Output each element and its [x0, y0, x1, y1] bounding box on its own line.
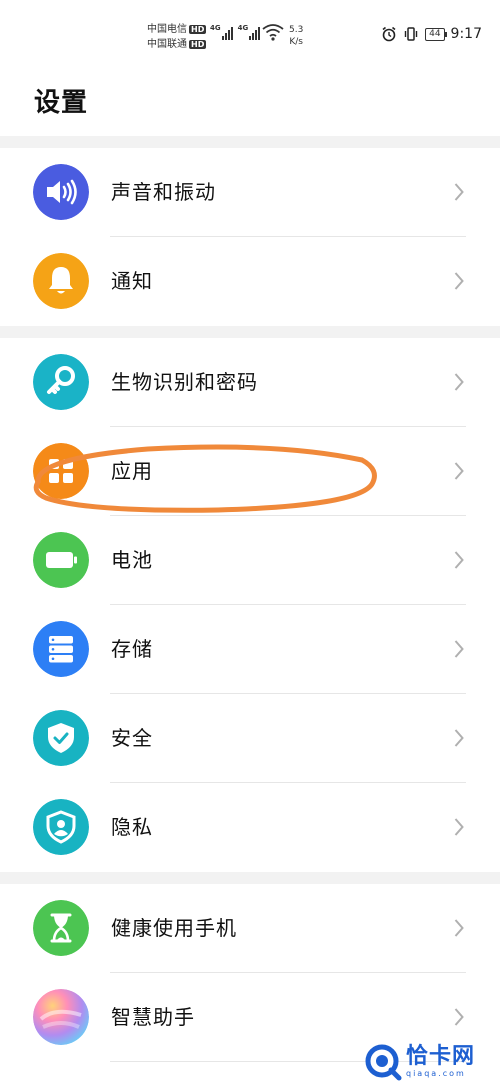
settings-item-label: 电池 — [111, 548, 153, 572]
page-header: 设置 — [0, 72, 500, 136]
settings-item-security[interactable]: 安全 — [0, 694, 500, 783]
chevron-right-icon — [454, 729, 464, 747]
chevron-right-icon — [454, 373, 464, 391]
settings-item-battery[interactable]: 电池 — [0, 516, 500, 605]
speed-value: 5.3 — [289, 25, 304, 35]
settings-item-sound-vibration[interactable]: 声音和振动 — [0, 148, 500, 237]
chevron-right-icon — [454, 551, 464, 569]
network-speed: 5.3 K/s — [289, 24, 303, 48]
settings-group-1: 声音和振动 通知 — [0, 148, 500, 326]
status-bar: 中国电信 HD 中国联通 HD 4G 4G 5.3 K/s 44 9:17 — [0, 0, 500, 72]
signal-indicators: 4G 4G — [210, 24, 261, 40]
battery-indicator: 44 — [425, 27, 448, 41]
settings-item-privacy[interactable]: 隐私 — [0, 783, 500, 872]
carrier-1-label: 中国电信 — [147, 24, 187, 35]
speaker-icon — [33, 164, 89, 220]
settings-item-label: 通知 — [111, 269, 153, 293]
carrier-2-label: 中国联通 — [147, 39, 187, 50]
key-icon — [33, 354, 89, 410]
chevron-right-icon — [454, 919, 464, 937]
page-title: 设置 — [34, 88, 89, 118]
vibrate-icon — [404, 27, 418, 41]
chevron-right-icon — [454, 640, 464, 658]
settings-item-label: 健康使用手机 — [111, 916, 237, 940]
hd-badge: HD — [189, 25, 207, 34]
network-type-label: 4G — [210, 24, 221, 32]
settings-item-label: 声音和振动 — [111, 180, 216, 204]
settings-item-apps[interactable]: 应用 — [0, 427, 500, 516]
signal-icon: 4G — [210, 24, 233, 40]
chevron-right-icon — [454, 1008, 464, 1026]
chevron-right-icon — [454, 183, 464, 201]
shield-check-icon — [33, 710, 89, 766]
watermark-url: qiaqa.com — [406, 1069, 466, 1078]
watermark: 恰卡网 qiaqa.com — [364, 1040, 496, 1084]
network-type-label: 4G — [237, 24, 249, 32]
settings-item-notifications[interactable]: 通知 — [0, 237, 500, 326]
status-right: 44 9:17 — [381, 26, 482, 42]
clock-time: 9:17 — [450, 26, 482, 42]
watermark-name: 恰卡网 — [406, 1044, 476, 1069]
battery-icon — [33, 532, 89, 588]
bell-icon — [33, 253, 89, 309]
settings-item-label: 应用 — [111, 459, 153, 483]
carrier-info: 中国电信 HD 中国联通 HD — [147, 22, 207, 52]
settings-group-2: 生物识别和密码 应用 电池 存储 安全 隐私 — [0, 338, 500, 872]
assistant-icon — [33, 989, 89, 1045]
settings-item-label: 生物识别和密码 — [111, 370, 258, 394]
watermark-logo-icon — [365, 1044, 402, 1081]
storage-icon — [33, 621, 89, 677]
alarm-icon — [382, 26, 396, 42]
wifi-icon — [262, 24, 284, 41]
chevron-right-icon — [454, 818, 464, 836]
apps-grid-icon — [33, 443, 89, 499]
privacy-shield-icon — [33, 799, 89, 855]
signal-icon: 4G — [238, 24, 261, 40]
settings-item-digital-balance[interactable]: 健康使用手机 — [0, 884, 500, 973]
hourglass-icon — [33, 900, 89, 956]
speed-unit: K/s — [289, 37, 303, 47]
settings-item-biometrics[interactable]: 生物识别和密码 — [0, 338, 500, 427]
settings-item-storage[interactable]: 存储 — [0, 605, 500, 694]
settings-item-label: 存储 — [111, 637, 153, 661]
settings-item-label: 隐私 — [111, 815, 153, 839]
settings-item-label: 安全 — [111, 726, 153, 750]
chevron-right-icon — [454, 462, 464, 480]
chevron-right-icon — [454, 272, 464, 290]
settings-item-label: 智慧助手 — [111, 1005, 195, 1029]
hd-badge: HD — [189, 40, 207, 49]
